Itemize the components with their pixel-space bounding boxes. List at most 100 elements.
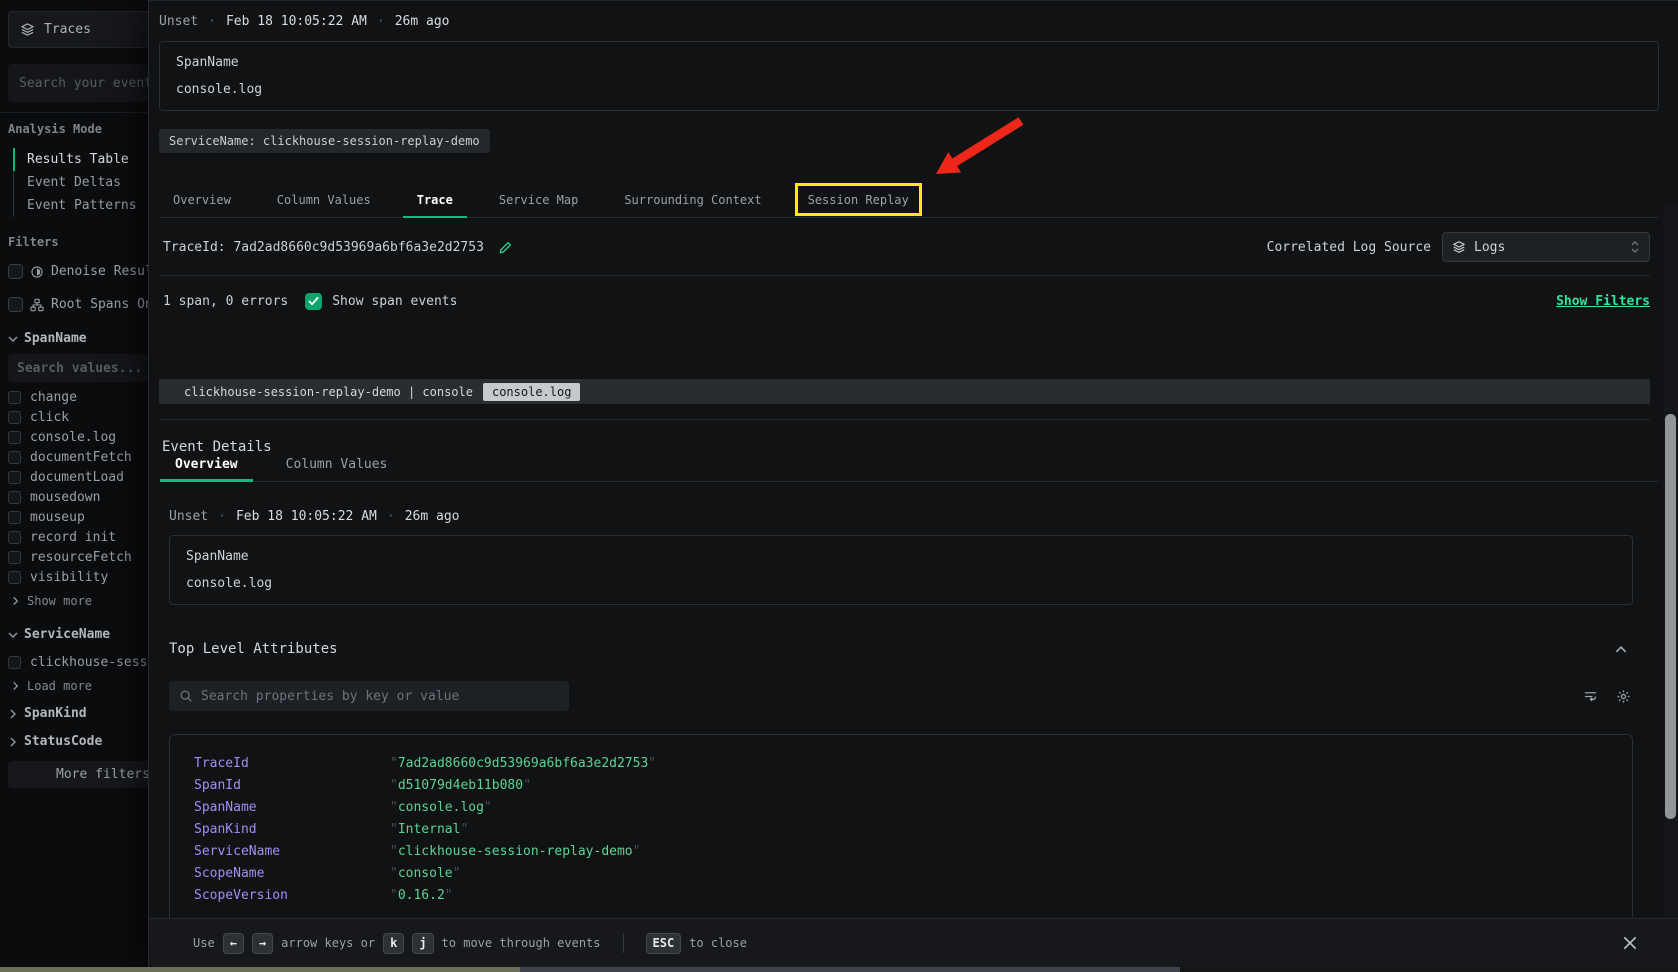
span-name-card-label: SpanName <box>176 55 1642 70</box>
facet-spanname-label: SpanName <box>24 331 87 346</box>
hierarchy-icon <box>30 298 44 312</box>
facet-value-checkbox[interactable] <box>8 571 21 584</box>
facet-value-checkbox[interactable] <box>8 511 21 524</box>
facet-value-checkbox[interactable] <box>8 656 21 669</box>
analysis-mode-event-patterns[interactable]: Event Patterns <box>13 194 148 217</box>
attributes-search-placeholder: Search properties by key or value <box>201 689 459 704</box>
filter-toggle-denoise-results[interactable]: Denoise Results <box>8 261 148 282</box>
events-search-input[interactable]: Search your event <box>8 64 148 102</box>
filter-toggle-root-spans-only[interactable]: Root Spans Only <box>8 294 148 315</box>
spanname-show-more[interactable]: Show more <box>11 591 148 611</box>
event-timestamp: Feb 18 10:05:22 AM <box>236 509 377 524</box>
event-details-tab-column-values[interactable]: Column Values <box>286 457 388 472</box>
attribute-row[interactable]: SpanId " d51079d4eb11b080 " <box>194 778 1632 792</box>
analysis-mode-event-deltas[interactable]: Event Deltas <box>13 171 148 194</box>
attribute-row[interactable]: SpanName " console.log " <box>194 800 1632 814</box>
tab-trace[interactable]: Trace <box>417 193 453 207</box>
facet-value-row[interactable]: mouseup <box>8 507 148 527</box>
sidebar: Traces Search your event Analysis Mode R… <box>0 0 148 967</box>
facet-value-checkbox[interactable] <box>8 471 21 484</box>
show-filters-link[interactable]: Show Filters <box>1556 294 1650 309</box>
event-summary-header: Unset · Feb 18 10:05:22 AM · 26m ago <box>169 508 1633 524</box>
facet-value-checkbox[interactable] <box>8 411 21 424</box>
analysis-mode-results-table[interactable]: Results Table <box>13 148 148 171</box>
close-quote: " <box>484 800 492 815</box>
scrollbar-track[interactable] <box>1663 204 1678 918</box>
open-quote: " <box>390 822 398 837</box>
attribute-key: SpanId <box>194 778 390 793</box>
span-name-card-value: console.log <box>186 576 1616 591</box>
facet-value-row[interactable]: click <box>8 407 148 427</box>
edit-pencil-icon[interactable] <box>498 240 513 255</box>
facet-value-checkbox[interactable] <box>8 491 21 504</box>
tab-surrounding-context[interactable]: Surrounding Context <box>624 193 761 207</box>
wrap-lines-icon[interactable] <box>1583 689 1598 704</box>
facet-value-row[interactable]: record init <box>8 527 148 547</box>
facet-value-row[interactable]: change <box>8 387 148 407</box>
service-name-chip[interactable]: ServiceName: clickhouse-session-replay-d… <box>159 129 490 153</box>
facet-header-statuscode[interactable]: StatusCode <box>8 734 148 749</box>
attributes-table: TraceId " 7ad2ad8660c9d53969a6bf6a3e2d27… <box>169 734 1633 918</box>
status-badge: Unset <box>159 14 198 29</box>
chevron-up-down-icon <box>1630 240 1640 254</box>
attributes-toolbar: Search properties by key or value <box>169 681 1633 711</box>
close-quote: " <box>453 866 461 881</box>
facet-header-spankind[interactable]: SpanKind <box>8 706 148 721</box>
event-relative-time: 26m ago <box>395 14 450 29</box>
tab-column-values[interactable]: Column Values <box>277 193 371 207</box>
more-filters-button[interactable]: More filters <box>8 761 148 788</box>
facet-value-row[interactable]: mousedown <box>8 487 148 507</box>
chevron-right-icon <box>13 597 19 606</box>
collapse-chevron-up-icon[interactable] <box>1615 646 1627 653</box>
root-spans-only-checkbox[interactable] <box>8 297 23 312</box>
open-quote: " <box>390 888 398 903</box>
facet-value-checkbox[interactable] <box>8 551 21 564</box>
tab-overview[interactable]: Overview <box>173 193 231 207</box>
facet-value-checkbox[interactable] <box>8 451 21 464</box>
trace-id-label: TraceId: <box>163 240 226 255</box>
log-source-select[interactable]: Logs <box>1442 232 1650 262</box>
scrollbar-thumb[interactable] <box>1665 414 1676 819</box>
gear-icon[interactable] <box>1616 689 1631 704</box>
facet-value-label: visibility <box>30 570 108 585</box>
close-icon[interactable] <box>1622 935 1638 951</box>
spanname-values-search-input[interactable]: Search values... <box>8 354 148 382</box>
source-selector-button[interactable]: Traces <box>8 11 148 48</box>
tab-session-replay[interactable]: Session Replay <box>808 193 909 207</box>
facet-value-row[interactable]: visibility <box>8 567 148 587</box>
event-timestamp: Feb 18 10:05:22 AM <box>226 14 367 29</box>
attribute-key: ServiceName <box>194 844 390 859</box>
tab-service-map[interactable]: Service Map <box>499 193 578 207</box>
servicename-load-more[interactable]: Load more <box>11 676 148 696</box>
show-span-events-checkbox[interactable] <box>305 293 322 310</box>
waterfall-span-label: clickhouse-session-replay-demo | console <box>184 385 473 399</box>
attribute-row[interactable]: TraceId " 7ad2ad8660c9d53969a6bf6a3e2d27… <box>194 756 1632 770</box>
facet-value-row-clickhouse[interactable]: clickhouse-session-replay-demo <box>8 652 148 672</box>
facet-header-servicename[interactable]: ServiceName <box>8 627 148 642</box>
attributes-search-input[interactable]: Search properties by key or value <box>169 681 569 711</box>
denoise-results-checkbox[interactable] <box>8 264 23 279</box>
attribute-row[interactable]: SpanKind " Internal " <box>194 822 1632 836</box>
waterfall-span-bar[interactable]: clickhouse-session-replay-demo | console… <box>159 379 1650 404</box>
facet-value-row[interactable]: documentLoad <box>8 467 148 487</box>
event-details-tab-overview[interactable]: Overview <box>175 457 238 472</box>
event-panel-tabs: Overview Column Values Trace Service Map… <box>159 181 1659 218</box>
attribute-row[interactable]: ServiceName " clickhouse-session-replay-… <box>194 844 1632 858</box>
facet-value-row[interactable]: documentFetch <box>8 447 148 467</box>
facet-value-checkbox[interactable] <box>8 391 21 404</box>
facet-value-row[interactable]: console.log <box>8 427 148 447</box>
attribute-value: clickhouse-session-replay-demo <box>398 844 633 859</box>
attribute-row[interactable]: ScopeVersion " 0.16.2 " <box>194 888 1632 902</box>
facet-value-checkbox[interactable] <box>8 431 21 444</box>
horizontal-scrollbar-thumb[interactable] <box>0 967 520 972</box>
load-more-label: Load more <box>27 679 92 693</box>
attribute-row[interactable]: ScopeName " console " <box>194 866 1632 880</box>
event-side-panel-content: Unset · Feb 18 10:05:22 AM · 26m ago Spa… <box>149 1 1678 918</box>
show-span-events-label[interactable]: Show span events <box>332 294 457 309</box>
annotation-arrow-red <box>919 113 1049 188</box>
facet-header-spanname[interactable]: SpanName <box>8 331 148 346</box>
facet-value-checkbox[interactable] <box>8 531 21 544</box>
facet-value-row[interactable]: resourceFetch <box>8 547 148 567</box>
open-quote: " <box>390 866 398 881</box>
event-details-body: Unset · Feb 18 10:05:22 AM · 26m ago Spa… <box>169 508 1633 918</box>
